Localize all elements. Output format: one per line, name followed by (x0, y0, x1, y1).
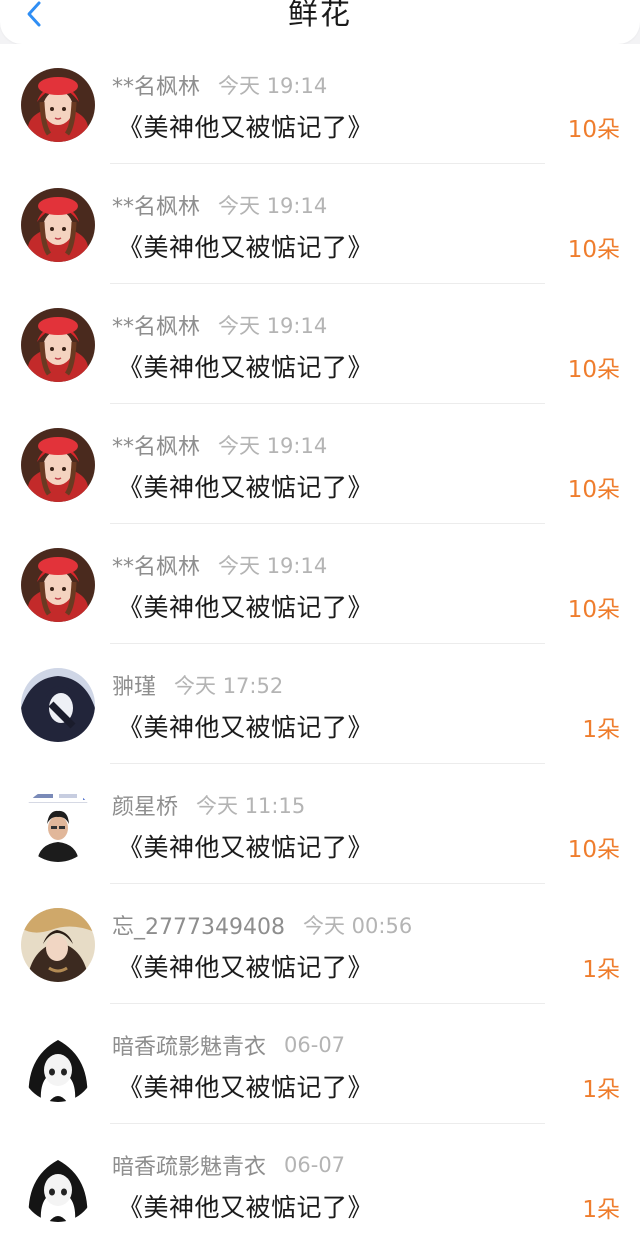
username[interactable]: 颜星桥 (112, 789, 178, 821)
flower-amount: 10朵 (567, 837, 620, 863)
book-title[interactable]: 《美神他又被惦记了》 (118, 1188, 373, 1224)
flower-amount: 10朵 (567, 357, 620, 383)
item-meta: 暗香疏影魅青衣 06-07 (112, 1150, 345, 1180)
avatar[interactable] (21, 68, 95, 142)
username[interactable]: 忘_2777349408 (112, 909, 285, 941)
book-title[interactable]: 《美神他又被惦记了》 (118, 588, 373, 624)
username[interactable]: 暗香疏影魅青衣 (112, 1029, 266, 1061)
avatar[interactable] (21, 428, 95, 502)
username[interactable]: 翀瑾 (112, 669, 156, 701)
list-item[interactable]: **名枫林 今天 19:14 《美神他又被惦记了》 10朵 (0, 164, 640, 284)
timestamp: 今天 17:52 (174, 674, 284, 698)
item-meta: 颜星桥 今天 11:15 (112, 790, 305, 820)
list-item[interactable]: **名枫林 今天 19:14 《美神他又被惦记了》 10朵 (0, 404, 640, 524)
avatar[interactable] (21, 788, 95, 862)
username[interactable]: **名枫林 (112, 69, 200, 101)
item-meta: 暗香疏影魅青衣 06-07 (112, 1030, 345, 1060)
avatar[interactable] (21, 1148, 95, 1222)
timestamp: 今天 19:14 (218, 434, 328, 458)
timestamp: 今天 11:15 (196, 794, 306, 818)
list-item[interactable]: 忘_2777349408 今天 00:56 《美神他又被惦记了》 1朵 (0, 884, 640, 1004)
flower-amount: 10朵 (567, 117, 620, 143)
username[interactable]: **名枫林 (112, 429, 200, 461)
timestamp: 今天 19:14 (218, 554, 328, 578)
book-title[interactable]: 《美神他又被惦记了》 (118, 948, 373, 984)
book-title[interactable]: 《美神他又被惦记了》 (118, 708, 373, 744)
list-item[interactable]: **名枫林 今天 19:14 《美神他又被惦记了》 10朵 (0, 524, 640, 644)
flower-amount: 10朵 (567, 597, 620, 623)
item-meta: **名枫林 今天 19:14 (112, 190, 327, 220)
item-meta: **名枫林 今天 19:14 (112, 70, 327, 100)
top-bar: 鲜花 (0, 0, 640, 44)
timestamp: 今天 19:14 (218, 194, 328, 218)
timestamp: 今天 19:14 (218, 74, 328, 98)
list-item[interactable]: 翀瑾 今天 17:52 《美神他又被惦记了》 1朵 (0, 644, 640, 764)
book-title[interactable]: 《美神他又被惦记了》 (118, 228, 373, 264)
avatar[interactable] (21, 548, 95, 622)
flower-amount: 1朵 (582, 717, 620, 743)
flower-amount: 1朵 (582, 1197, 620, 1223)
list-item[interactable]: 暗香疏影魅青衣 06-07 《美神他又被惦记了》 1朵 (0, 1004, 640, 1124)
book-title[interactable]: 《美神他又被惦记了》 (118, 468, 373, 504)
list-item[interactable]: **名枫林 今天 19:14 《美神他又被惦记了》 10朵 (0, 284, 640, 404)
flower-amount: 10朵 (567, 477, 620, 503)
username[interactable]: **名枫林 (112, 309, 200, 341)
page-title: 鲜花 (288, 0, 352, 32)
book-title[interactable]: 《美神他又被惦记了》 (118, 108, 373, 144)
list-item[interactable]: 颜星桥 今天 11:15 《美神他又被惦记了》 10朵 (0, 764, 640, 884)
avatar[interactable] (21, 1028, 95, 1102)
username[interactable]: **名枫林 (112, 549, 200, 581)
book-title[interactable]: 《美神他又被惦记了》 (118, 348, 373, 384)
avatar[interactable] (21, 188, 95, 262)
timestamp: 今天 19:14 (218, 314, 328, 338)
flower-amount: 1朵 (582, 957, 620, 983)
timestamp: 06-07 (284, 1153, 346, 1177)
list-item[interactable]: 暗香疏影魅青衣 06-07 《美神他又被惦记了》 1朵 (0, 1124, 640, 1244)
item-meta: 翀瑾 今天 17:52 (112, 670, 283, 700)
username[interactable]: 暗香疏影魅青衣 (112, 1149, 266, 1181)
item-meta: **名枫林 今天 19:14 (112, 550, 327, 580)
book-title[interactable]: 《美神他又被惦记了》 (118, 828, 373, 864)
avatar[interactable] (21, 308, 95, 382)
avatar[interactable] (21, 908, 95, 982)
book-title[interactable]: 《美神他又被惦记了》 (118, 1068, 373, 1104)
item-meta: 忘_2777349408 今天 00:56 (112, 910, 412, 940)
username[interactable]: **名枫林 (112, 189, 200, 221)
item-meta: **名枫林 今天 19:14 (112, 430, 327, 460)
item-meta: **名枫林 今天 19:14 (112, 310, 327, 340)
avatar[interactable] (21, 668, 95, 742)
flower-amount: 1朵 (582, 1077, 620, 1103)
timestamp: 06-07 (284, 1033, 346, 1057)
gift-list: **名枫林 今天 19:14 《美神他又被惦记了》 10朵 **名枫林 今天 19:14 《… (0, 44, 640, 1244)
timestamp: 今天 00:56 (302, 914, 413, 938)
flower-amount: 10朵 (567, 237, 620, 263)
list-item[interactable]: **名枫林 今天 19:14 《美神他又被惦记了》 10朵 (0, 44, 640, 164)
